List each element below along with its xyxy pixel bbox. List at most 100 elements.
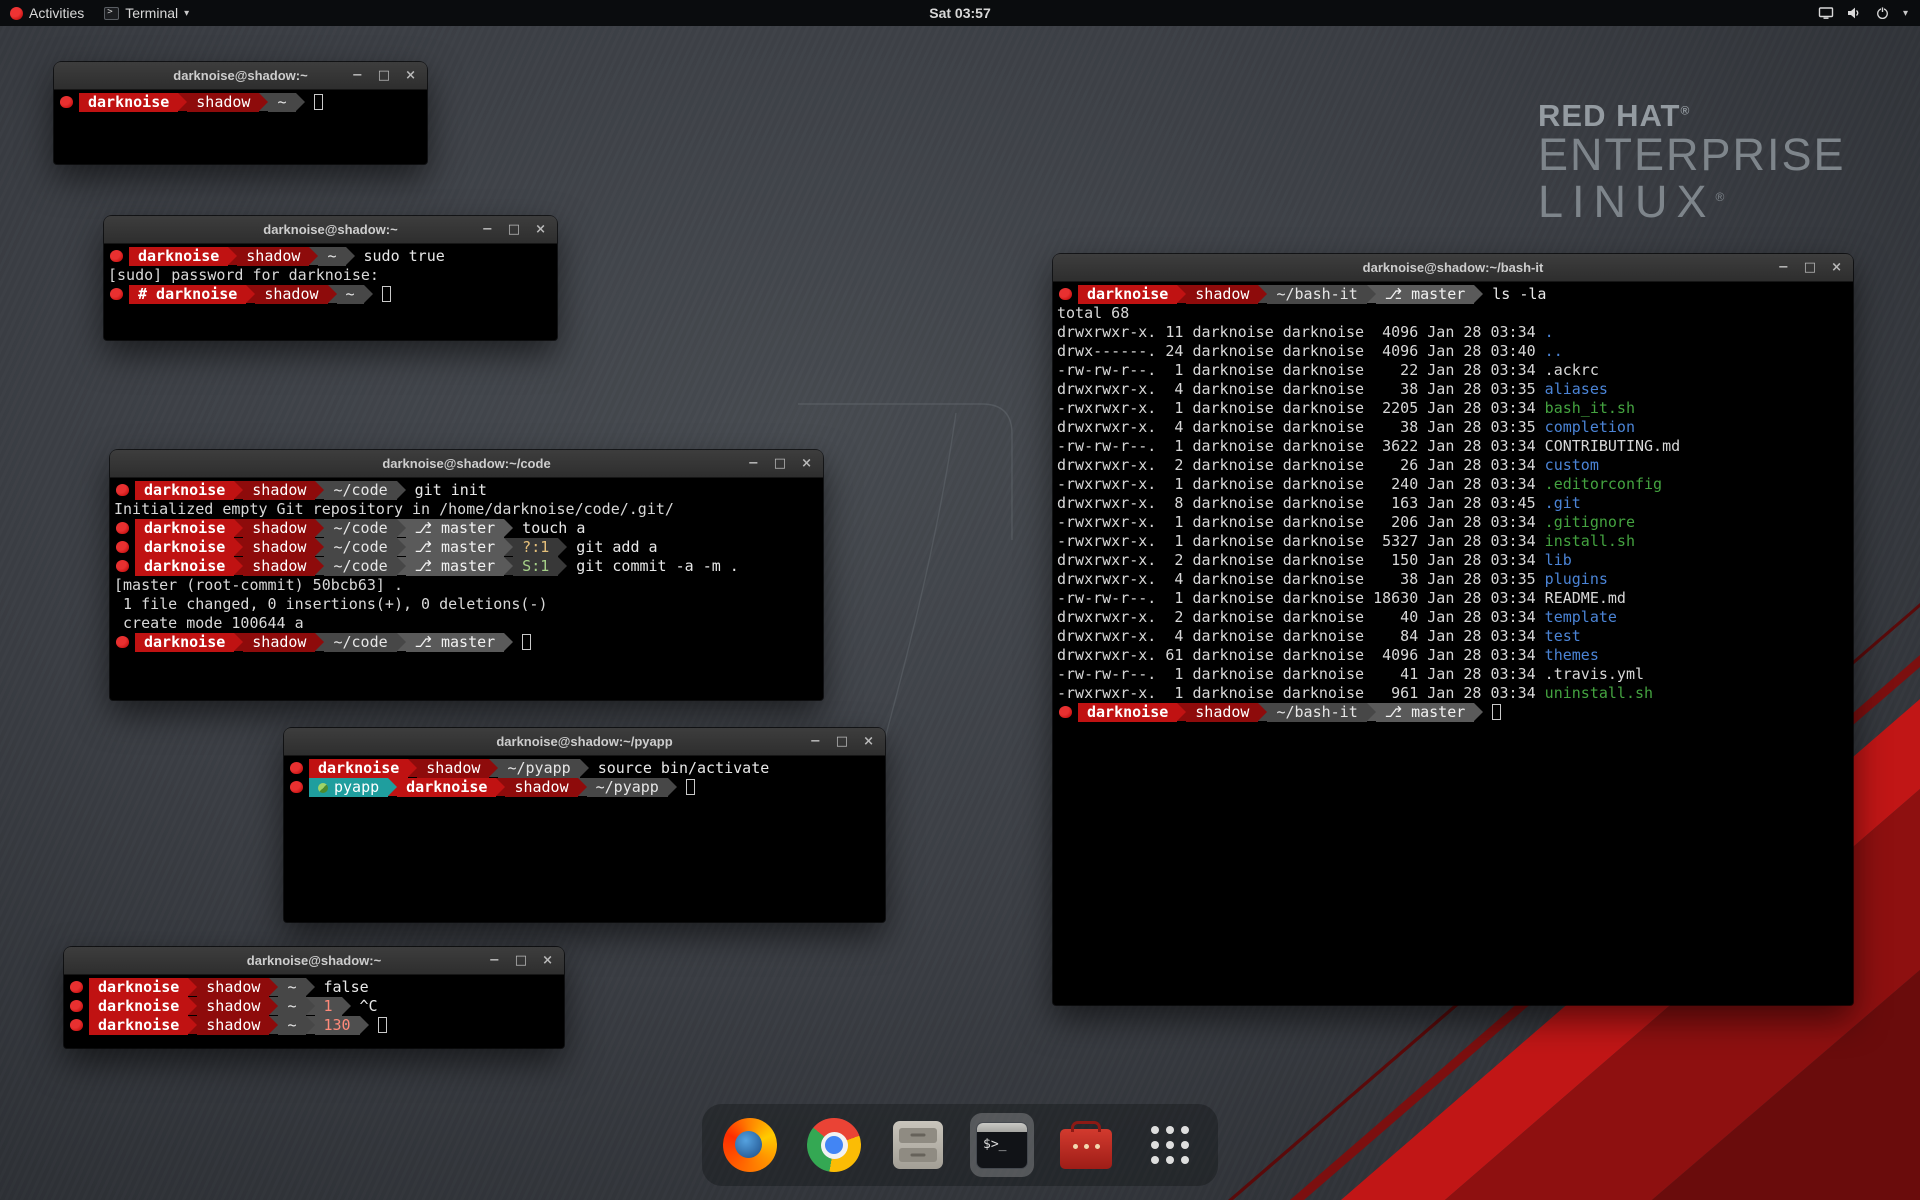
- terminal-body[interactable]: darknoiseshadow~falsedarknoiseshadow~1^C…: [64, 975, 564, 1048]
- powerline-arrow-icon: [234, 481, 243, 499]
- powerline-arrow-icon: [306, 1016, 315, 1034]
- terminal-line: -rw-rw-r--. 1 darknoise darknoise 22 Jan…: [1057, 361, 1851, 380]
- prompt-segment-user: darknoise: [135, 633, 234, 652]
- window-maximize-button[interactable]: □: [515, 947, 527, 975]
- window-minimize-button[interactable]: −: [810, 728, 821, 756]
- window-maximize-button[interactable]: □: [1804, 254, 1816, 282]
- terminal-line: darknoiseshadow~false: [68, 978, 562, 997]
- prompt-segment-path: ~: [337, 285, 364, 304]
- window-minimize-button[interactable]: −: [352, 62, 363, 90]
- window-maximize-button[interactable]: □: [836, 728, 848, 756]
- prompt-segment-host: shadow: [243, 557, 315, 576]
- dock-item-files[interactable]: [886, 1113, 950, 1177]
- prompt-segment-git: ⎇ master: [406, 633, 505, 652]
- prompt-segment-untracked: ?:1: [513, 538, 558, 557]
- firefox-icon: [723, 1118, 777, 1172]
- window-close-button[interactable]: ×: [863, 728, 874, 756]
- terminal-cursor: [522, 634, 531, 650]
- terminal-body[interactable]: darknoiseshadow~/codegit initInitialized…: [110, 478, 823, 700]
- powerline-arrow-icon: [328, 285, 337, 303]
- system-status-area[interactable]: ▾: [1818, 0, 1920, 26]
- output-text: install.sh: [1545, 532, 1635, 550]
- clock[interactable]: Sat 03:57: [929, 0, 990, 26]
- terminal-body[interactable]: darknoiseshadow~sudo true[sudo] password…: [104, 244, 557, 340]
- powerline-arrow-icon: [397, 538, 406, 556]
- dock-item-toolbox[interactable]: [1054, 1113, 1118, 1177]
- window-close-button[interactable]: ×: [1831, 254, 1842, 282]
- prompt-segment-user: darknoise: [309, 759, 408, 778]
- terminal-line: drwxrwxr-x. 8 darknoise darknoise 163 Ja…: [1057, 494, 1851, 513]
- output-text: -rw-rw-r--. 1 darknoise darknoise 3622 J…: [1057, 437, 1545, 455]
- chrome-icon: [807, 1118, 861, 1172]
- terminal-body[interactable]: darknoiseshadow~/bash-it⎇ masterls -lato…: [1053, 282, 1853, 1005]
- window-titlebar[interactable]: darknoise@shadow:~−□×: [104, 216, 557, 244]
- prompt-segment-host: shadow: [1186, 703, 1258, 722]
- output-text: total 68: [1057, 304, 1129, 322]
- dock-item-chrome[interactable]: [802, 1113, 866, 1177]
- window-minimize-button[interactable]: −: [489, 947, 500, 975]
- dock-item-app-grid[interactable]: [1138, 1113, 1202, 1177]
- prompt-segment-host: shadow: [1186, 285, 1258, 304]
- window-controls: −□ ×: [482, 216, 557, 244]
- prompt-segment-host: shadow: [243, 538, 315, 557]
- dock-item-terminal[interactable]: $>_: [970, 1113, 1034, 1177]
- terminal-line: darknoiseshadow~/bash-it⎇ masterls -la: [1057, 285, 1851, 304]
- terminal-line: darknoiseshadow~130: [68, 1016, 562, 1035]
- redhat-icon: [10, 7, 23, 20]
- terminal-line: -rwxrwxr-x. 1 darknoise darknoise 961 Ja…: [1057, 684, 1851, 703]
- powerline-arrow-icon: [1474, 285, 1483, 303]
- terminal-line: -rw-rw-r--. 1 darknoise darknoise 3622 J…: [1057, 437, 1851, 456]
- redhat-icon: [110, 288, 123, 300]
- output-text: themes: [1545, 646, 1599, 664]
- terminal-icon: $>_: [976, 1122, 1028, 1169]
- powerline-arrow-icon: [397, 519, 406, 537]
- redhat-icon: [116, 560, 129, 572]
- powerline-arrow-icon: [178, 93, 187, 111]
- redhat-icon: [60, 96, 73, 108]
- dock-item-firefox[interactable]: [718, 1113, 782, 1177]
- terminal-cursor: [1492, 704, 1501, 720]
- window-titlebar[interactable]: darknoise@shadow:~/pyapp−□×: [284, 728, 885, 756]
- window-minimize-button[interactable]: −: [1778, 254, 1789, 282]
- output-text: drwxrwxr-x. 4 darknoise darknoise 84 Jan…: [1057, 627, 1545, 645]
- window-close-button[interactable]: ×: [535, 216, 546, 244]
- window-controls: −□ ×: [1778, 254, 1853, 282]
- output-text: drwxrwxr-x. 2 darknoise darknoise 40 Jan…: [1057, 608, 1545, 626]
- terminal-body[interactable]: darknoiseshadow~: [54, 90, 427, 164]
- window-close-button[interactable]: ×: [542, 947, 553, 975]
- output-text: drwxrwxr-x. 2 darknoise darknoise 26 Jan…: [1057, 456, 1545, 474]
- window-titlebar[interactable]: darknoise@shadow:~−□×: [64, 947, 564, 975]
- terminal-cursor: [314, 94, 323, 110]
- window-titlebar[interactable]: darknoise@shadow:~/code−□×: [110, 450, 823, 478]
- powerline-arrow-icon: [1177, 703, 1186, 721]
- output-text: -rwxrwxr-x. 1 darknoise darknoise 2205 J…: [1057, 399, 1545, 417]
- window-minimize-button[interactable]: −: [748, 450, 759, 478]
- window-minimize-button[interactable]: −: [482, 216, 493, 244]
- powerline-arrow-icon: [296, 93, 305, 111]
- window-maximize-button[interactable]: □: [378, 62, 390, 90]
- prompt-segment-venv: pyapp: [309, 778, 388, 797]
- window-close-button[interactable]: ×: [801, 450, 812, 478]
- window-close-button[interactable]: ×: [405, 62, 416, 90]
- powerline-arrow-icon: [504, 538, 513, 556]
- window-controls: −□ ×: [352, 62, 427, 90]
- powerline-arrow-icon: [388, 778, 397, 796]
- output-text: drwxrwxr-x. 4 darknoise darknoise 38 Jan…: [1057, 570, 1545, 588]
- prompt-segment-git: ⎇ master: [1376, 285, 1475, 304]
- terminal-body[interactable]: darknoiseshadow~/pyappsource bin/activat…: [284, 756, 885, 922]
- terminal-line: darknoiseshadow~: [58, 93, 425, 112]
- powerline-arrow-icon: [306, 997, 315, 1015]
- prompt-segment-git: ⎇ master: [406, 538, 505, 557]
- python-icon: [318, 783, 328, 793]
- activities-button[interactable]: Activities: [0, 0, 94, 26]
- command-text: git commit -a -m .: [576, 557, 739, 575]
- app-menu-terminal[interactable]: Terminal ▾: [94, 0, 199, 26]
- redhat-icon: [116, 522, 129, 534]
- command-text: ^C: [360, 997, 378, 1015]
- window-title: darknoise@shadow:~/bash-it: [1053, 260, 1853, 275]
- redhat-icon: [116, 636, 129, 648]
- window-titlebar[interactable]: darknoise@shadow:~−□×: [54, 62, 427, 90]
- window-titlebar[interactable]: darknoise@shadow:~/bash-it−□ ×: [1053, 254, 1853, 282]
- window-maximize-button[interactable]: □: [508, 216, 520, 244]
- window-maximize-button[interactable]: □: [774, 450, 786, 478]
